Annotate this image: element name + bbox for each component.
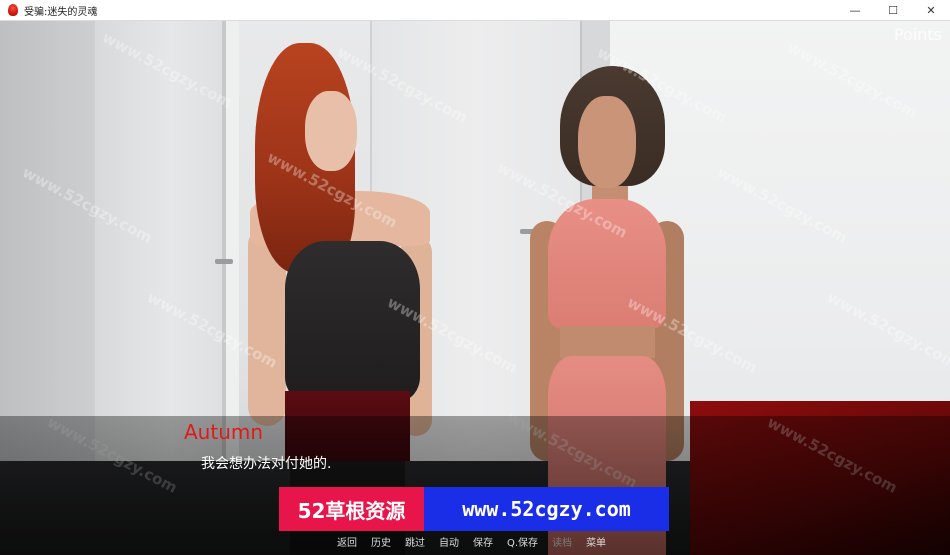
close-button[interactable]: ✕ [912, 0, 950, 21]
points-label[interactable]: Points [894, 25, 942, 44]
door-left [95, 21, 225, 461]
autumn-face [305, 91, 357, 171]
speaker-name: Autumn [184, 420, 264, 444]
quick-menu-menu[interactable]: 菜单 [579, 535, 613, 553]
quick-menu-save[interactable]: 保存 [466, 535, 500, 553]
app-icon [8, 4, 18, 16]
quick-menu-back[interactable]: 返回 [330, 535, 364, 553]
banner-site-name: 52草根资源 [279, 487, 424, 531]
quick-menu-quicksave[interactable]: Q.保存 [500, 535, 545, 553]
woman-midriff [560, 326, 655, 358]
window-title: 受骗:迷失的灵魂 [24, 6, 98, 18]
door-frame [225, 21, 239, 461]
maximize-button[interactable]: ☐ [874, 0, 912, 21]
dialogue-text: 我会想办法对付她的. [201, 456, 332, 472]
woman-pink-top [548, 199, 666, 329]
window-titlebar: 受骗:迷失的灵魂 — ☐ ✕ [0, 0, 950, 21]
quick-menu-auto[interactable]: 自动 [432, 535, 466, 553]
window-controls: — ☐ ✕ [836, 0, 950, 21]
game-viewport[interactable]: www.52cgzy.com www.52cgzy.com www.52cgzy… [0, 21, 950, 555]
banner-site-url: www.52cgzy.com [424, 487, 669, 531]
minimize-button[interactable]: — [836, 0, 874, 21]
quick-menu-load: 读档 [552, 538, 573, 549]
autumn-black-top [285, 241, 420, 401]
woman-face [578, 96, 636, 188]
quick-menu-history[interactable]: 历史 [364, 535, 398, 553]
quick-menu-skip[interactable]: 跳过 [398, 535, 432, 553]
door-handle-left [215, 259, 233, 264]
quick-menu: 返回 历史 跳过 自动 保存 Q.保存 读档 菜单 [330, 535, 613, 553]
